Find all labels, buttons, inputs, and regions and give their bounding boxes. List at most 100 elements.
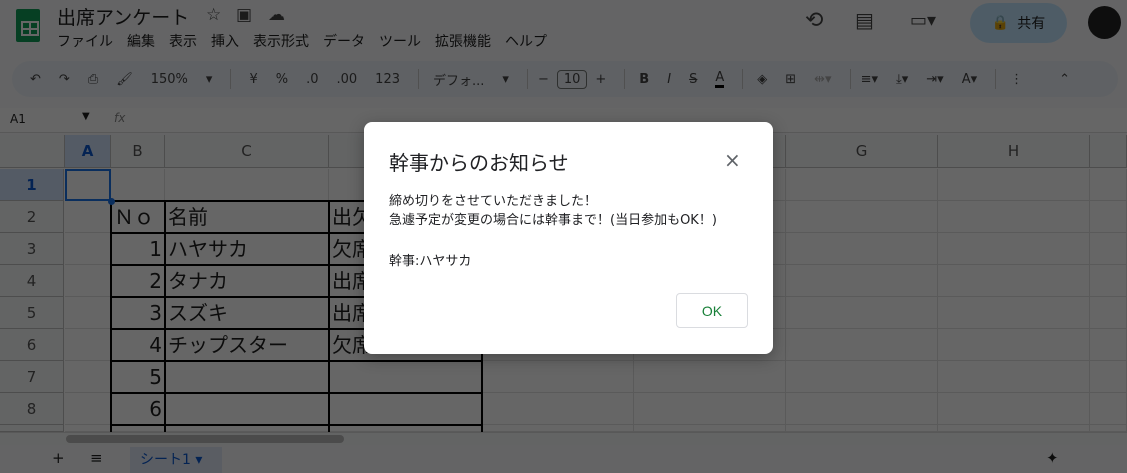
cell[interactable] <box>65 297 111 329</box>
cell[interactable] <box>65 233 111 265</box>
font-size-input[interactable]: 10 <box>556 69 588 89</box>
text-wrap-icon[interactable]: ⇥▾ <box>926 72 943 87</box>
table-header-cell[interactable]: Ｎｏ <box>111 201 165 233</box>
more-icon[interactable]: ⋮ <box>1010 72 1023 87</box>
cell[interactable] <box>938 425 1090 432</box>
menu-edit[interactable]: 編集 <box>127 31 155 51</box>
increase-decimal-button[interactable]: .00 <box>336 72 357 87</box>
menu-insert[interactable]: 挿入 <box>211 31 239 51</box>
sheet-tab[interactable]: シート1 ▾ <box>130 447 222 473</box>
paint-format-icon[interactable]: 🖌 <box>116 72 133 87</box>
cell[interactable] <box>329 425 482 432</box>
menu-data[interactable]: データ <box>323 31 365 51</box>
row-header[interactable]: 1 <box>0 169 64 201</box>
cell[interactable] <box>786 265 938 297</box>
font-select[interactable]: デフォ... <box>433 70 484 89</box>
cell[interactable] <box>786 393 938 425</box>
star-icon[interactable]: ☆ <box>206 5 221 25</box>
align-icon[interactable]: ≡▾ <box>861 72 878 87</box>
borders-icon[interactable]: ⊞ <box>785 72 796 87</box>
cell[interactable] <box>1090 297 1127 329</box>
scrollbar-thumb[interactable] <box>66 435 344 443</box>
row-header[interactable]: 3 <box>0 233 64 265</box>
row-header[interactable]: 6 <box>0 329 64 361</box>
menu-view[interactable]: 表示 <box>169 31 197 51</box>
cell[interactable] <box>786 233 938 265</box>
corner-cell[interactable] <box>0 135 65 168</box>
column-header[interactable]: H <box>938 135 1090 168</box>
history-icon[interactable]: ⟲ <box>805 8 823 33</box>
menu-tools[interactable]: ツール <box>379 31 421 51</box>
cell[interactable] <box>786 361 938 393</box>
cell[interactable] <box>482 393 634 425</box>
cell[interactable] <box>65 393 111 425</box>
table-cell[interactable] <box>165 393 329 425</box>
redo-icon[interactable]: ↷ <box>59 72 70 87</box>
collapse-icon[interactable]: ⌃ <box>1059 72 1070 87</box>
fill-handle[interactable] <box>108 198 115 205</box>
column-header[interactable]: C <box>165 135 329 168</box>
explore-icon[interactable]: ✦ <box>1046 449 1059 467</box>
share-button[interactable]: 🔒 共有 <box>970 3 1067 43</box>
zoom-select[interactable]: 150% <box>151 72 188 87</box>
text-color-icon[interactable]: A <box>715 70 725 88</box>
add-sheet-icon[interactable]: + <box>52 449 65 467</box>
cell[interactable] <box>938 265 1090 297</box>
cell[interactable] <box>786 201 938 233</box>
font-size-minus-icon[interactable]: − <box>538 72 549 87</box>
cell[interactable] <box>482 361 634 393</box>
cell[interactable] <box>634 425 786 432</box>
text-rotation-icon[interactable]: A▾ <box>962 72 977 87</box>
all-sheets-icon[interactable]: ≡ <box>90 449 103 467</box>
cell[interactable] <box>65 425 111 432</box>
table-cell[interactable] <box>329 393 482 425</box>
table-cell[interactable] <box>165 361 329 393</box>
row-header[interactable]: 7 <box>0 361 64 393</box>
column-header[interactable]: B <box>111 135 165 168</box>
cell[interactable] <box>786 297 938 329</box>
chevron-down-icon[interactable]: ▼ <box>82 111 90 122</box>
cell[interactable] <box>65 201 111 233</box>
column-header[interactable] <box>1090 135 1127 168</box>
cell[interactable] <box>938 361 1090 393</box>
cell[interactable] <box>111 425 165 432</box>
cell[interactable] <box>938 393 1090 425</box>
cell[interactable] <box>1090 361 1127 393</box>
menu-extensions[interactable]: 拡張機能 <box>435 31 491 51</box>
table-cell[interactable]: 6 <box>111 393 165 425</box>
table-cell[interactable]: 5 <box>111 361 165 393</box>
column-header[interactable]: G <box>786 135 938 168</box>
table-cell[interactable]: タナカ <box>165 265 329 297</box>
document-title[interactable]: 出席アンケート <box>57 3 189 30</box>
bold-button[interactable]: B <box>639 72 649 87</box>
percent-button[interactable]: % <box>276 72 288 87</box>
cell[interactable] <box>634 393 786 425</box>
column-header[interactable]: A <box>65 135 111 168</box>
cell[interactable] <box>786 329 938 361</box>
ok-button[interactable]: OK <box>676 293 748 328</box>
sheets-logo[interactable] <box>16 9 40 42</box>
close-icon[interactable]: × <box>724 148 741 172</box>
menu-format[interactable]: 表示形式 <box>253 31 309 51</box>
cloud-saved-icon[interactable]: ☁ <box>268 5 285 25</box>
fill-color-icon[interactable]: ◈ <box>757 72 767 87</box>
table-cell[interactable]: チップスター <box>165 329 329 361</box>
print-icon[interactable]: ⎙ <box>88 72 98 87</box>
cell[interactable] <box>1090 265 1127 297</box>
avatar[interactable] <box>1088 6 1121 39</box>
row-header[interactable] <box>0 425 64 432</box>
italic-button[interactable]: I <box>667 72 671 87</box>
move-folder-icon[interactable]: ▣ <box>236 5 252 25</box>
cell[interactable] <box>65 329 111 361</box>
font-size-plus-icon[interactable]: + <box>595 72 606 87</box>
name-box[interactable]: A1 <box>10 112 26 126</box>
cell[interactable] <box>786 169 938 201</box>
cell[interactable] <box>938 233 1090 265</box>
row-header[interactable]: 2 <box>0 201 64 233</box>
vertical-align-icon[interactable]: ⤓▾ <box>896 72 908 87</box>
table-cell[interactable]: スズキ <box>165 297 329 329</box>
table-cell[interactable]: 1 <box>111 233 165 265</box>
selected-cell[interactable] <box>65 169 111 201</box>
cell[interactable] <box>938 329 1090 361</box>
meet-icon[interactable]: ▭▾ <box>910 10 936 31</box>
